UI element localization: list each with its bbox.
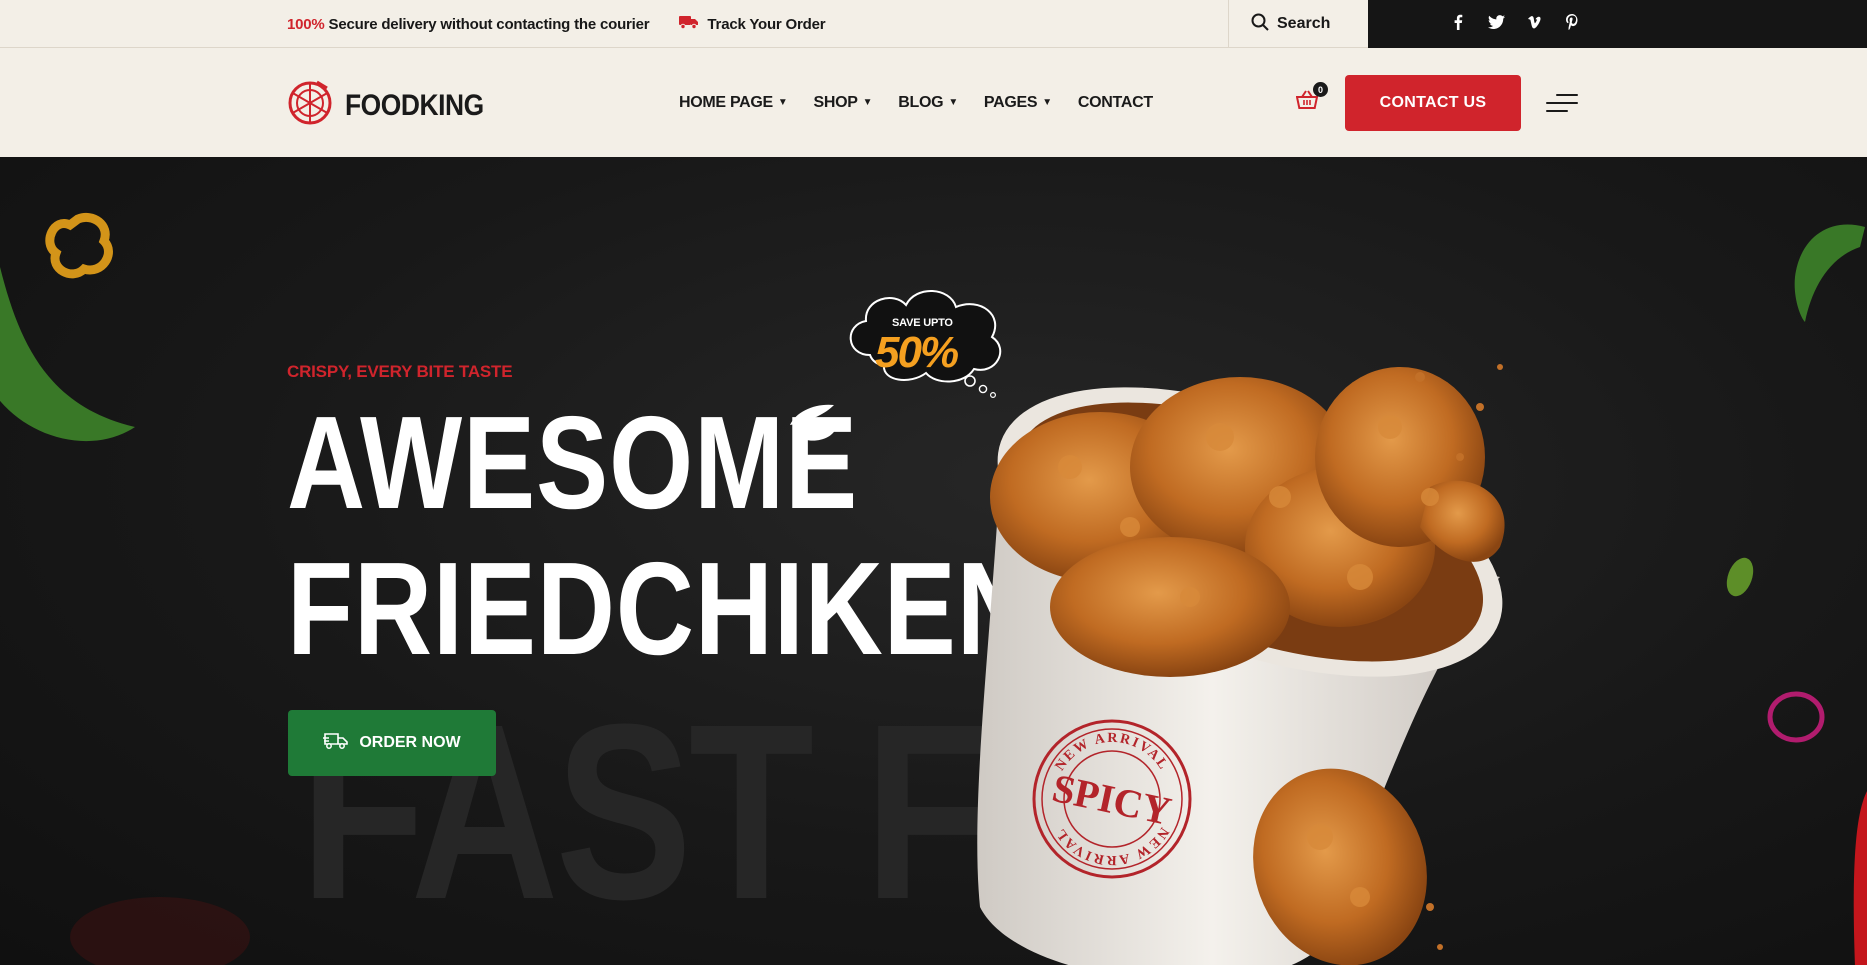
top-bar-info: 100% Secure delivery without contacting …	[287, 0, 826, 48]
green-pea-icon	[1726, 557, 1754, 597]
pinterest-icon[interactable]	[1564, 14, 1580, 34]
logo[interactable]: FOODKING	[287, 80, 503, 131]
green-chili-icon	[0, 267, 135, 441]
delivery-notice: 100% Secure delivery without contacting …	[287, 15, 650, 33]
hero-section: FAST FO CRISPY, EVERY BITE TASTE AWESOME…	[0, 157, 1867, 965]
nav-blog-label: BLOG	[898, 93, 944, 111]
cart-count-badge: 0	[1313, 82, 1328, 97]
main-nav: HOME PAGE ▼ SHOP ▼ BLOG ▼ PAGES ▼ CONTAC…	[679, 48, 1153, 157]
twitter-icon[interactable]	[1488, 15, 1505, 33]
basket-icon	[1295, 90, 1319, 114]
chevron-down-icon: ▼	[862, 97, 873, 108]
facebook-icon[interactable]	[1450, 14, 1466, 34]
contact-us-button[interactable]: CONTACT US	[1345, 75, 1521, 131]
promo-percent: 50%	[875, 328, 959, 377]
social-links	[1368, 0, 1867, 48]
blur-red-icon	[70, 897, 250, 965]
cart-button[interactable]: 0	[1295, 82, 1328, 116]
nav-contact[interactable]: CONTACT	[1078, 94, 1153, 112]
spicy-stamp: NEW ARRIVAL NEW ARRIVAL SPICY	[1030, 717, 1195, 882]
red-pepper-icon	[1853, 791, 1867, 965]
track-order-label: Track Your Order	[707, 15, 826, 33]
nav-home-page[interactable]: HOME PAGE ▼	[679, 94, 788, 112]
delivery-truck-icon	[323, 732, 349, 755]
track-order-link[interactable]: Track Your Order	[679, 15, 826, 33]
chevron-down-icon: ▼	[948, 97, 958, 108]
delivery-text: Secure delivery without contacting the c…	[324, 15, 650, 33]
chevron-down-icon: ▼	[1042, 97, 1052, 108]
search-button[interactable]: Search	[1228, 0, 1368, 48]
stamp-main-text: SPICY	[1049, 765, 1176, 834]
order-now-button[interactable]: ORDER NOW	[288, 710, 496, 776]
nav-blog[interactable]: BLOG ▼	[898, 94, 958, 112]
onion-ring-icon	[1767, 691, 1825, 743]
top-bar: 100% Secure delivery without contacting …	[0, 0, 1867, 48]
order-now-label: ORDER NOW	[359, 734, 461, 751]
hero-title-line-1: AWESOME	[287, 389, 859, 536]
delivery-highlight: 100%	[287, 15, 325, 33]
splash-icon	[790, 404, 836, 441]
logo-text: FOODKING	[345, 88, 484, 122]
truck-icon	[679, 15, 699, 33]
nav-contact-label: CONTACT	[1077, 93, 1153, 111]
nav-pages-label: PAGES	[983, 93, 1038, 111]
green-chili-icon	[1794, 224, 1865, 322]
vimeo-icon[interactable]	[1526, 15, 1542, 33]
menu-toggle-icon[interactable]	[1546, 92, 1578, 114]
hero-title-line-2: FRIEDCHIKEN	[287, 535, 1036, 682]
main-header: FOODKING HOME PAGE ▼ SHOP ▼ BLOG ▼ PAGES…	[0, 48, 1867, 157]
nav-shop[interactable]: SHOP ▼	[814, 94, 873, 112]
pizza-logo-icon	[287, 80, 333, 131]
chevron-down-icon: ▼	[777, 97, 788, 108]
search-label: Search	[1277, 15, 1331, 32]
hero-eyebrow: CRISPY, EVERY BITE TASTE	[287, 362, 513, 381]
nav-home-page-label: HOME PAGE	[679, 93, 773, 111]
nav-shop-label: SHOP	[813, 93, 858, 111]
nav-pages[interactable]: PAGES ▼	[984, 94, 1052, 112]
search-icon	[1251, 13, 1269, 36]
